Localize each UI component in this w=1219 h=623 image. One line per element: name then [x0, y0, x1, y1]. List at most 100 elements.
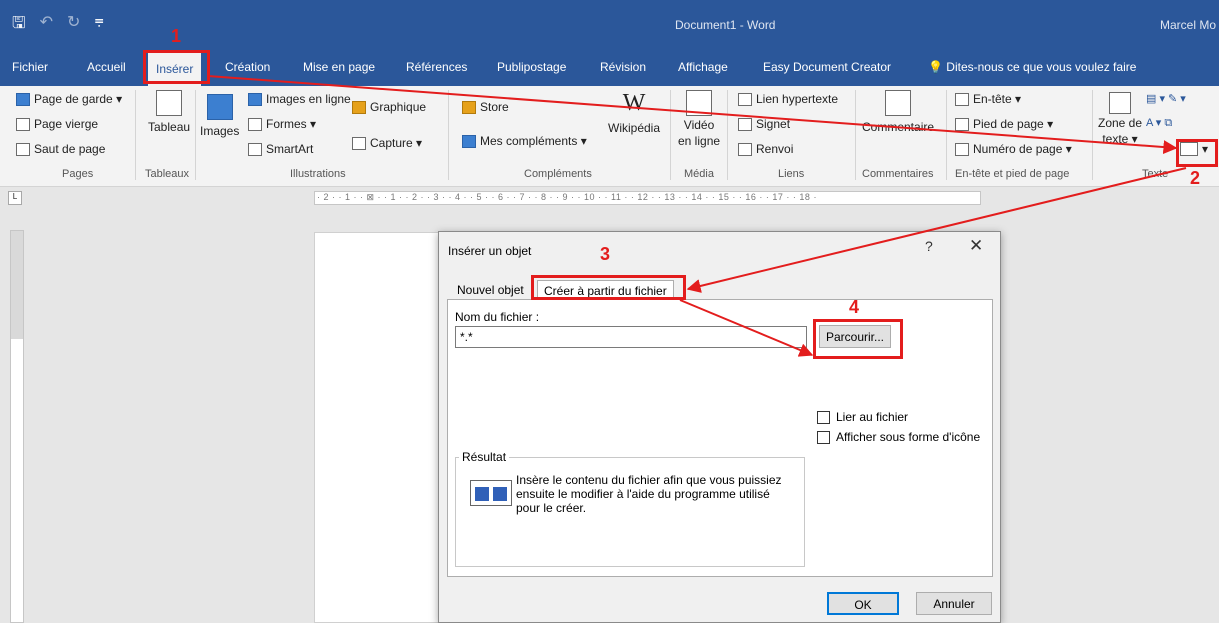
my-addins-button[interactable]: Mes compléments ▾: [462, 134, 587, 148]
images-button[interactable]: Images: [200, 94, 239, 138]
tab-affichage[interactable]: Affichage: [678, 60, 728, 74]
store-button[interactable]: Store: [462, 100, 509, 114]
cover-page-button[interactable]: Page de garde ▾: [16, 92, 122, 106]
group-label-en-tete: En-tête et pied de page: [955, 168, 1070, 180]
tab-selector[interactable]: L: [8, 191, 22, 205]
bookmark-button[interactable]: Signet: [738, 117, 790, 131]
video-label-line1: Vidéo: [683, 118, 715, 132]
link-to-file-checkbox[interactable]: Lier au fichier: [817, 410, 908, 424]
smartart-label: SmartArt: [266, 142, 314, 156]
filename-label: Nom du fichier :: [455, 310, 540, 324]
tell-me-search[interactable]: 💡 Dites-nous ce que vous voulez faire: [928, 60, 1136, 74]
cover-page-label: Page de garde ▾: [34, 92, 123, 106]
tab-accueil[interactable]: Accueil: [87, 60, 126, 74]
wikipedia-button[interactable]: W Wikipédia: [608, 90, 660, 135]
customize-icon[interactable]: ⩦: [94, 12, 103, 39]
page-break-icon: [16, 142, 30, 156]
hyperlink-button[interactable]: Lien hypertexte: [738, 92, 838, 106]
tell-me-label: Dites-nous ce que vous voulez faire: [946, 60, 1137, 74]
images-icon: [206, 94, 233, 120]
tab-creation[interactable]: Création: [225, 60, 270, 74]
group-label-liens: Liens: [778, 168, 805, 180]
header-label: En-tête ▾: [973, 92, 1022, 106]
table-icon: [156, 90, 183, 116]
store-icon: [462, 100, 476, 114]
online-video-button[interactable]: Vidéo en ligne: [678, 90, 720, 148]
bookmark-icon: [738, 117, 752, 131]
capture-button[interactable]: Capture ▾: [352, 136, 422, 150]
hyperlink-label: Lien hypertexte: [756, 92, 839, 106]
quick-parts-button[interactable]: ▤ ▾ ✎ ▾: [1146, 92, 1186, 105]
tab-references[interactable]: Références: [406, 60, 467, 74]
page-number-label: Numéro de page ▾: [973, 142, 1072, 156]
checkbox-box[interactable]: [817, 410, 830, 424]
ok-button[interactable]: OK: [827, 592, 899, 615]
vertical-ruler[interactable]: [10, 230, 24, 623]
page-number-button[interactable]: Numéro de page ▾: [955, 142, 1072, 156]
group-separator: [448, 90, 449, 180]
footer-icon: [955, 117, 969, 131]
display-as-icon-checkbox[interactable]: Afficher sous forme d'icône: [817, 430, 980, 444]
group-separator: [727, 90, 728, 180]
filename-input[interactable]: [455, 326, 807, 348]
tab-revision[interactable]: Révision: [600, 60, 646, 74]
online-images-label: Images en ligne: [266, 92, 351, 106]
footer-button[interactable]: Pied de page ▾: [955, 117, 1053, 131]
close-icon[interactable]: ✕: [969, 236, 983, 256]
group-separator: [946, 90, 947, 180]
table-label: Tableau: [148, 120, 191, 134]
online-images-button[interactable]: Images en ligne: [248, 92, 351, 106]
header-button[interactable]: En-tête ▾: [955, 92, 1021, 106]
group-label-texte: Texte: [1142, 168, 1169, 180]
header-icon: [955, 92, 969, 106]
page-break-button[interactable]: Saut de page: [16, 142, 105, 156]
tab-easy-document-creator[interactable]: Easy Document Creator: [763, 60, 891, 74]
shapes-button[interactable]: Formes ▾: [248, 117, 316, 131]
user-name[interactable]: Marcel Mo: [1160, 18, 1216, 32]
blank-page-button[interactable]: Page vierge: [16, 117, 98, 131]
redo-icon[interactable]: ↻: [67, 12, 80, 39]
tab-fichier[interactable]: Fichier: [12, 60, 48, 74]
embedded-object-icon: [470, 480, 512, 506]
comment-label: Commentaire: [862, 120, 935, 134]
tab-mise-en-page[interactable]: Mise en page: [303, 60, 375, 74]
shapes-icon: [248, 117, 262, 131]
help-icon[interactable]: ?: [925, 238, 933, 254]
tab-nouvel-objet[interactable]: Nouvel objet: [451, 280, 530, 300]
group-separator: [135, 90, 136, 180]
text-box-label-line1: Zone de: [1098, 116, 1143, 130]
wordart-button[interactable]: A ▾ ⧉: [1146, 116, 1172, 130]
capture-icon: [352, 136, 366, 150]
horizontal-ruler[interactable]: · 2 · · 1 · · ⊠ · · 1 · · 2 · · 3 · · 4 …: [314, 191, 981, 205]
online-images-icon: [248, 92, 262, 106]
cross-reference-button[interactable]: Renvoi: [738, 142, 793, 156]
lightbulb-icon: 💡: [928, 60, 943, 74]
group-label-tableaux: Tableaux: [145, 168, 190, 180]
hyperlink-icon: [738, 92, 752, 106]
link-to-file-label: Lier au fichier: [836, 410, 909, 424]
text-box-button[interactable]: Zone de texte ▾: [1098, 92, 1142, 146]
checkbox-box[interactable]: [817, 430, 830, 444]
store-label: Store: [480, 100, 509, 114]
cancel-button[interactable]: Annuler: [916, 592, 992, 615]
page-number-icon: [955, 142, 969, 156]
comment-icon: [885, 90, 912, 116]
chart-button[interactable]: Graphique: [352, 100, 426, 114]
footer-label: Pied de page ▾: [973, 117, 1054, 131]
group-separator: [1092, 90, 1093, 180]
tab-publipostage[interactable]: Publipostage: [497, 60, 566, 74]
undo-icon[interactable]: ↶: [40, 12, 53, 39]
save-icon[interactable]: 🖫: [12, 12, 26, 39]
smartart-button[interactable]: SmartArt: [248, 142, 313, 156]
group-label-complements: Compléments: [524, 168, 592, 180]
annotation-number-4: 4: [849, 297, 860, 317]
ruler-row: L · 2 · · 1 · · ⊠ · · 1 · · 2 · · 3 · · …: [0, 187, 1219, 209]
comment-button[interactable]: Commentaire: [862, 90, 934, 134]
table-button[interactable]: Tableau: [148, 90, 190, 134]
smartart-icon: [248, 142, 262, 156]
group-separator: [855, 90, 856, 180]
my-addins-icon: [462, 134, 476, 148]
result-label: Résultat: [459, 450, 510, 464]
video-icon: [686, 90, 713, 116]
quick-access-toolbar: 🖫 ↶ ↻ ⩦: [12, 12, 104, 39]
